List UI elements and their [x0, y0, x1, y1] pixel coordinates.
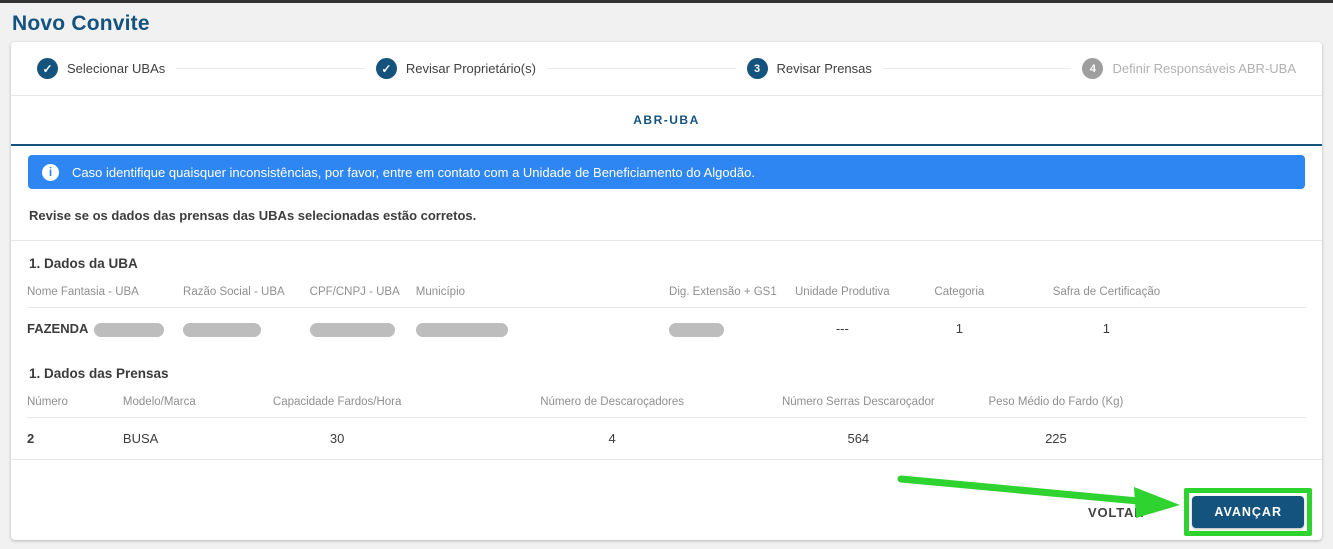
footer: VOLTAR AVANÇAR: [11, 459, 1322, 540]
voltar-button[interactable]: VOLTAR: [1082, 497, 1150, 528]
redacted-value: [183, 323, 261, 337]
cell-categoria: 1: [907, 308, 1012, 350]
cell-modelo-marca: BUSA: [123, 418, 225, 460]
prensas-table-header: Número Modelo/Marca Capacidade Fardos/Ho…: [27, 385, 1306, 418]
cell-razao-social: [183, 308, 310, 351]
step-check-icon: ✓: [37, 58, 58, 79]
cell-peso-medio-fardo: 225: [941, 418, 1170, 460]
instruction-text: Revise se os dados das prensas das UBAs …: [11, 189, 1322, 241]
uba-table-row: FAZENDA --- 1 1: [27, 308, 1306, 351]
banner-text: Caso identifique quaisquer inconsistênci…: [72, 165, 755, 180]
cell-numero-descarocadores: 4: [449, 418, 775, 460]
redacted-value: [669, 323, 724, 337]
column-header: Município: [416, 275, 669, 307]
step-label: Revisar Prensas: [777, 61, 872, 76]
stepper: ✓ Selecionar UBAs ✓ Revisar Proprietário…: [11, 42, 1322, 96]
column-header: Safra de Certificação: [1012, 275, 1201, 307]
column-header: Capacidade Fardos/Hora: [225, 385, 449, 417]
step-revisar-prensas[interactable]: 3 Revisar Prensas: [747, 58, 872, 79]
tab-abr-uba[interactable]: ABR-UBA: [613, 99, 720, 141]
uba-section-title: 1. Dados da UBA: [11, 241, 1322, 275]
uba-table: Nome Fantasia - UBA Razão Social - UBA C…: [27, 275, 1306, 351]
info-banner: i Caso identifique quaisquer inconsistên…: [28, 155, 1305, 189]
cell-unidade-produtiva: ---: [778, 308, 907, 350]
column-header: Nome Fantasia - UBA: [27, 275, 183, 307]
column-header: Razão Social - UBA: [183, 275, 310, 307]
prensas-table-row: 2 BUSA 30 4 564 225: [27, 418, 1306, 460]
wizard-card: ✓ Selecionar UBAs ✓ Revisar Proprietário…: [11, 42, 1322, 540]
column-header: Unidade Produtiva: [778, 275, 907, 307]
column-header: Número Serras Descaroçador: [775, 385, 941, 417]
column-header: Número de Descaroçadores: [449, 385, 775, 417]
page-title: Novo Convite: [0, 3, 1333, 36]
step-connector: [883, 68, 1072, 69]
step-definir-responsaveis: 4 Definir Responsáveis ABR-UBA: [1082, 58, 1296, 79]
cell-numero-serras-descarocador: 564: [775, 418, 941, 460]
column-header: Número: [27, 385, 123, 417]
step-check-icon: ✓: [376, 58, 397, 79]
column-header: Dig. Extensão + GS1: [669, 275, 778, 307]
step-connector: [547, 68, 736, 69]
cell-municipio: [416, 308, 669, 351]
step-connector: [176, 68, 365, 69]
step-selecionar-ubas[interactable]: ✓ Selecionar UBAs: [37, 58, 165, 79]
redacted-value: [416, 323, 508, 337]
step-number-badge: 3: [747, 58, 768, 79]
uba-table-header: Nome Fantasia - UBA Razão Social - UBA C…: [27, 275, 1306, 308]
cell-numero: 2: [27, 418, 123, 460]
info-icon: i: [42, 164, 59, 181]
redacted-value: [94, 323, 164, 337]
prensas-table: Número Modelo/Marca Capacidade Fardos/Ho…: [27, 385, 1306, 460]
step-label: Definir Responsáveis ABR-UBA: [1112, 61, 1296, 76]
avancar-highlight-box: AVANÇAR: [1184, 488, 1312, 536]
tab-bar: ABR-UBA: [11, 96, 1322, 146]
step-label: Revisar Proprietário(s): [406, 61, 536, 76]
column-header: Peso Médio do Fardo (Kg): [941, 385, 1170, 417]
column-header: Modelo/Marca: [123, 385, 225, 417]
redacted-value: [310, 323, 395, 337]
step-number-badge: 4: [1082, 58, 1103, 79]
cell-dig-extensao-gs1: [669, 308, 778, 351]
cell-capacidade-fardos-hora: 30: [225, 418, 449, 460]
prensas-section-title: 1. Dados das Prensas: [11, 351, 1322, 385]
step-label: Selecionar UBAs: [67, 61, 165, 76]
cell-nome-fantasia: FAZENDA: [27, 308, 183, 351]
avancar-button[interactable]: AVANÇAR: [1192, 496, 1304, 528]
cell-safra-certificacao: 1: [1012, 308, 1201, 350]
cell-cpf-cnpj: [310, 308, 416, 351]
step-revisar-proprietarios[interactable]: ✓ Revisar Proprietário(s): [376, 58, 536, 79]
column-header: CPF/CNPJ - UBA: [310, 275, 416, 307]
column-header: Categoria: [907, 275, 1012, 307]
